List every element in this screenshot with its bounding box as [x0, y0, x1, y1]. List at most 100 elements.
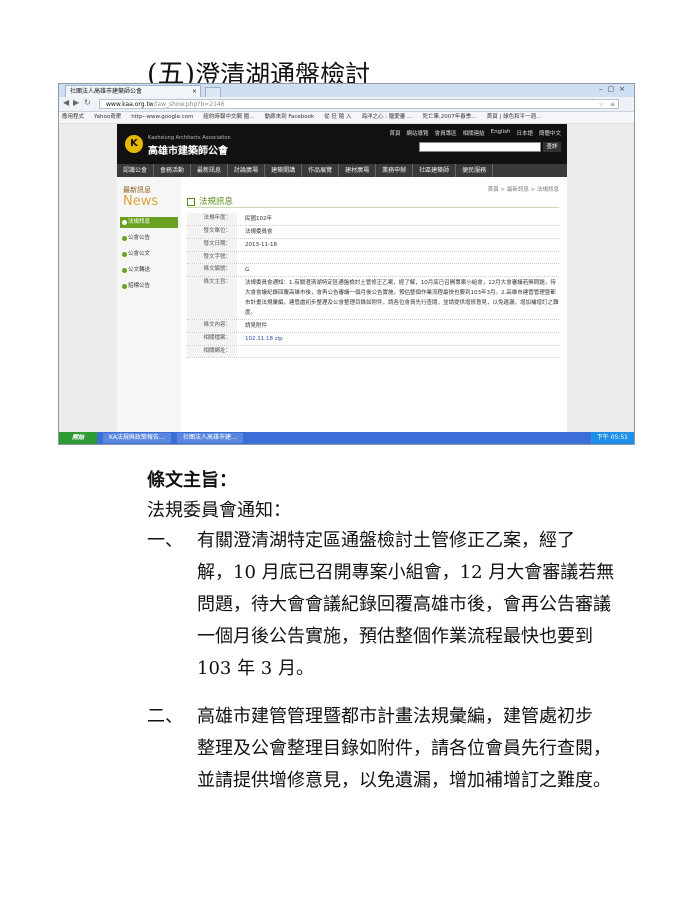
- top-link[interactable]: 日本語: [516, 129, 533, 137]
- bookmark-item[interactable]: Yahoo奇摩: [94, 112, 121, 123]
- sidebar-item-label: 法規訊息: [128, 219, 151, 225]
- list-marker: 一、: [147, 530, 183, 551]
- association-site: K Kaohsiung Architects Association 高雄市建築…: [117, 124, 567, 432]
- site-search-input[interactable]: [419, 142, 541, 152]
- bookmarks-bar: 應用程式 Yahoo奇摩 http--www.google.com 紐約時報中文…: [59, 112, 634, 124]
- start-button[interactable]: 開始: [59, 432, 97, 444]
- top-link[interactable]: 會員專區: [435, 129, 457, 137]
- bullet-icon: [122, 268, 127, 273]
- row-label: 相關檔案：: [187, 333, 237, 345]
- row-label: 條文內容：: [187, 320, 237, 332]
- table-row: 相關檔案： 102.11.18 zip: [187, 333, 559, 346]
- title-divider: [187, 207, 559, 208]
- sidebar-title-en: News: [123, 194, 159, 209]
- bookmark-star-icon[interactable]: ☆: [599, 100, 604, 110]
- sidebar-title-zh: 最新訊息: [123, 186, 151, 194]
- row-label: 發文日期：: [187, 239, 237, 251]
- bookmark-item[interactable]: 首頁 | 綠色和平一週…: [487, 112, 542, 123]
- list-item-text: 高雄市建管管理暨都市計畫法規彙編，建管處初步 整理及公會整理目錄如附件，請各位會…: [197, 701, 622, 797]
- table-row: 發文日期： 2013-11-18: [187, 239, 559, 252]
- sidebar-item-label: 公會公告: [128, 235, 151, 241]
- nav-item[interactable]: 便民服務: [456, 164, 494, 177]
- table-row: 相關網址：: [187, 346, 559, 358]
- row-value: 請見附件: [245, 323, 268, 329]
- taskbar-item[interactable]: 社團法人高雄市建…: [176, 433, 243, 443]
- row-value: 2013-11-18: [245, 242, 277, 248]
- logo-icon[interactable]: K: [125, 135, 143, 153]
- list-item-body: 整理及公會整理目錄如附件，請各位會員先行查閱，並請提供增修意見，以免遺漏，增加補…: [197, 738, 611, 791]
- forward-arrow-icon[interactable]: ▶: [73, 98, 79, 107]
- sidebar-item-forwarded[interactable]: 公文轉送: [120, 265, 178, 276]
- taskbar-item[interactable]: KA法規與政策報告…: [103, 433, 171, 443]
- sidebar-item-announcements[interactable]: 公會公告: [120, 233, 178, 244]
- row-value: [237, 252, 559, 263]
- nav-item[interactable]: 社區建築師: [413, 164, 457, 177]
- nav-item[interactable]: 業務申辦: [376, 164, 414, 177]
- row-value: 法規委員會: [245, 229, 273, 235]
- sidebar-item-law-news[interactable]: 法規訊息: [120, 217, 178, 228]
- back-arrow-icon[interactable]: ◀: [63, 98, 69, 107]
- url-path: /law_show.php?b=2146: [153, 101, 225, 108]
- url-bar[interactable]: www.kaa.org.tw/law_show.php?b=2146 ☆ ≡: [99, 99, 619, 109]
- close-icon[interactable]: ×: [192, 86, 197, 97]
- bullet-icon: [122, 284, 127, 289]
- nav-item[interactable]: 建材廣場: [339, 164, 377, 177]
- nav-item[interactable]: 會務活動: [154, 164, 192, 177]
- main-navigation: 認識公會 會務活動 最新訊息 討論廣場 建築開講 作品展覽 建材廣場 業務申辦 …: [117, 164, 567, 177]
- nav-item[interactable]: 認識公會: [117, 164, 155, 177]
- subject-heading: 條文主旨：: [147, 470, 237, 491]
- address-toolbar: ◀ ▶ ↻ www.kaa.org.tw/law_show.php?b=2146…: [59, 97, 634, 112]
- news-sidebar: 最新訊息 News 法規訊息 公會公告 公會公文 公文轉送 招標公告: [117, 177, 181, 432]
- logo-chinese-name: 高雄市建築師公會: [148, 146, 228, 157]
- browser-tab[interactable]: 社團法人高雄市建築師公會 ×: [65, 85, 201, 97]
- site-header: K Kaohsiung Architects Association 高雄市建築…: [117, 124, 567, 164]
- table-row: 發文字號：: [187, 252, 559, 264]
- bullet-icon: [122, 252, 127, 257]
- top-link[interactable]: English: [491, 129, 511, 137]
- list-item-body: 解，10 月底已召開專案小組會，12 月大會審議若無問題，待大會會議紀錄回覆高雄…: [197, 562, 615, 679]
- tab-title: 社團法人高雄市建築師公會: [70, 88, 143, 95]
- bookmark-item[interactable]: 海洋之心 : 腦愛審 …: [361, 112, 412, 123]
- bookmark-item[interactable]: http--www.google.com: [131, 112, 193, 123]
- sidebar-item-label: 公會公文: [128, 251, 151, 257]
- top-link[interactable]: 網站導覽: [407, 129, 429, 137]
- breadcrumb[interactable]: 首頁 > 最新訊息 > 法規訊息: [488, 185, 559, 193]
- row-value: 民國102年: [245, 216, 272, 222]
- attachment-link[interactable]: 102.11.18 zip: [237, 333, 559, 345]
- top-link[interactable]: 簡體中文: [539, 129, 561, 137]
- law-detail-content: 首頁 > 最新訊息 > 法規訊息 法規訊息 法規年度： 民國102年 發文單位：法…: [187, 177, 559, 432]
- nav-item[interactable]: 最新訊息: [191, 164, 229, 177]
- nav-item[interactable]: 建築開講: [265, 164, 303, 177]
- window-controls[interactable]: –▢×: [599, 85, 630, 93]
- table-row: 條文內容： 請見附件: [187, 320, 559, 333]
- table-row: 條文主旨： 法規委員會通知：1.有關澄清湖特定區通盤檢討土管修正乙案，經了解，10…: [187, 277, 559, 320]
- list-item-text: 有關澄清湖特定區通盤檢討土管修正乙案，經了 解，10 月底已召開專案小組會，12…: [197, 525, 622, 685]
- site-search-button[interactable]: 查詳: [543, 142, 561, 152]
- taskbar-clock: 下午 05:51: [590, 432, 634, 444]
- bookmark-item[interactable]: 紐約時報中文網 國…: [203, 112, 254, 123]
- nav-item[interactable]: 討論廣場: [228, 164, 266, 177]
- top-link[interactable]: 相關連結: [463, 129, 485, 137]
- row-label: 法規年度：: [187, 213, 237, 225]
- bookmark-item[interactable]: 從 狂 隨 入: [324, 112, 351, 123]
- sidebar-item-documents[interactable]: 公會公文: [120, 249, 178, 260]
- table-row: 發文單位： 法規委員會: [187, 226, 559, 239]
- bookmark-item[interactable]: 死亡筆,2007年春季…: [423, 112, 477, 123]
- nav-item[interactable]: 作品展覽: [302, 164, 340, 177]
- top-link[interactable]: 首頁: [390, 129, 401, 137]
- table-row: 條文編號： G: [187, 264, 559, 277]
- row-value: [237, 346, 559, 357]
- bookmark-item[interactable]: 動廊來到 Facebook: [265, 112, 315, 123]
- web-page-area: K Kaohsiung Architects Association 高雄市建築…: [59, 124, 634, 432]
- sidebar-title: 最新訊息 News: [123, 185, 158, 208]
- menu-icon[interactable]: ≡: [610, 100, 615, 110]
- row-label: 相關網址：: [187, 346, 237, 357]
- bookmark-item[interactable]: 應用程式: [62, 112, 84, 123]
- url-host: www.kaa.org.tw: [106, 101, 154, 108]
- row-label: 發文字號：: [187, 252, 237, 263]
- sidebar-item-tenders[interactable]: 招標公告: [120, 281, 178, 292]
- row-label: 條文編號：: [187, 264, 237, 276]
- reload-icon[interactable]: ↻: [84, 98, 91, 107]
- browser-tabbar: 社團法人高雄市建築師公會 × –▢×: [59, 84, 634, 98]
- row-value: G: [245, 267, 250, 273]
